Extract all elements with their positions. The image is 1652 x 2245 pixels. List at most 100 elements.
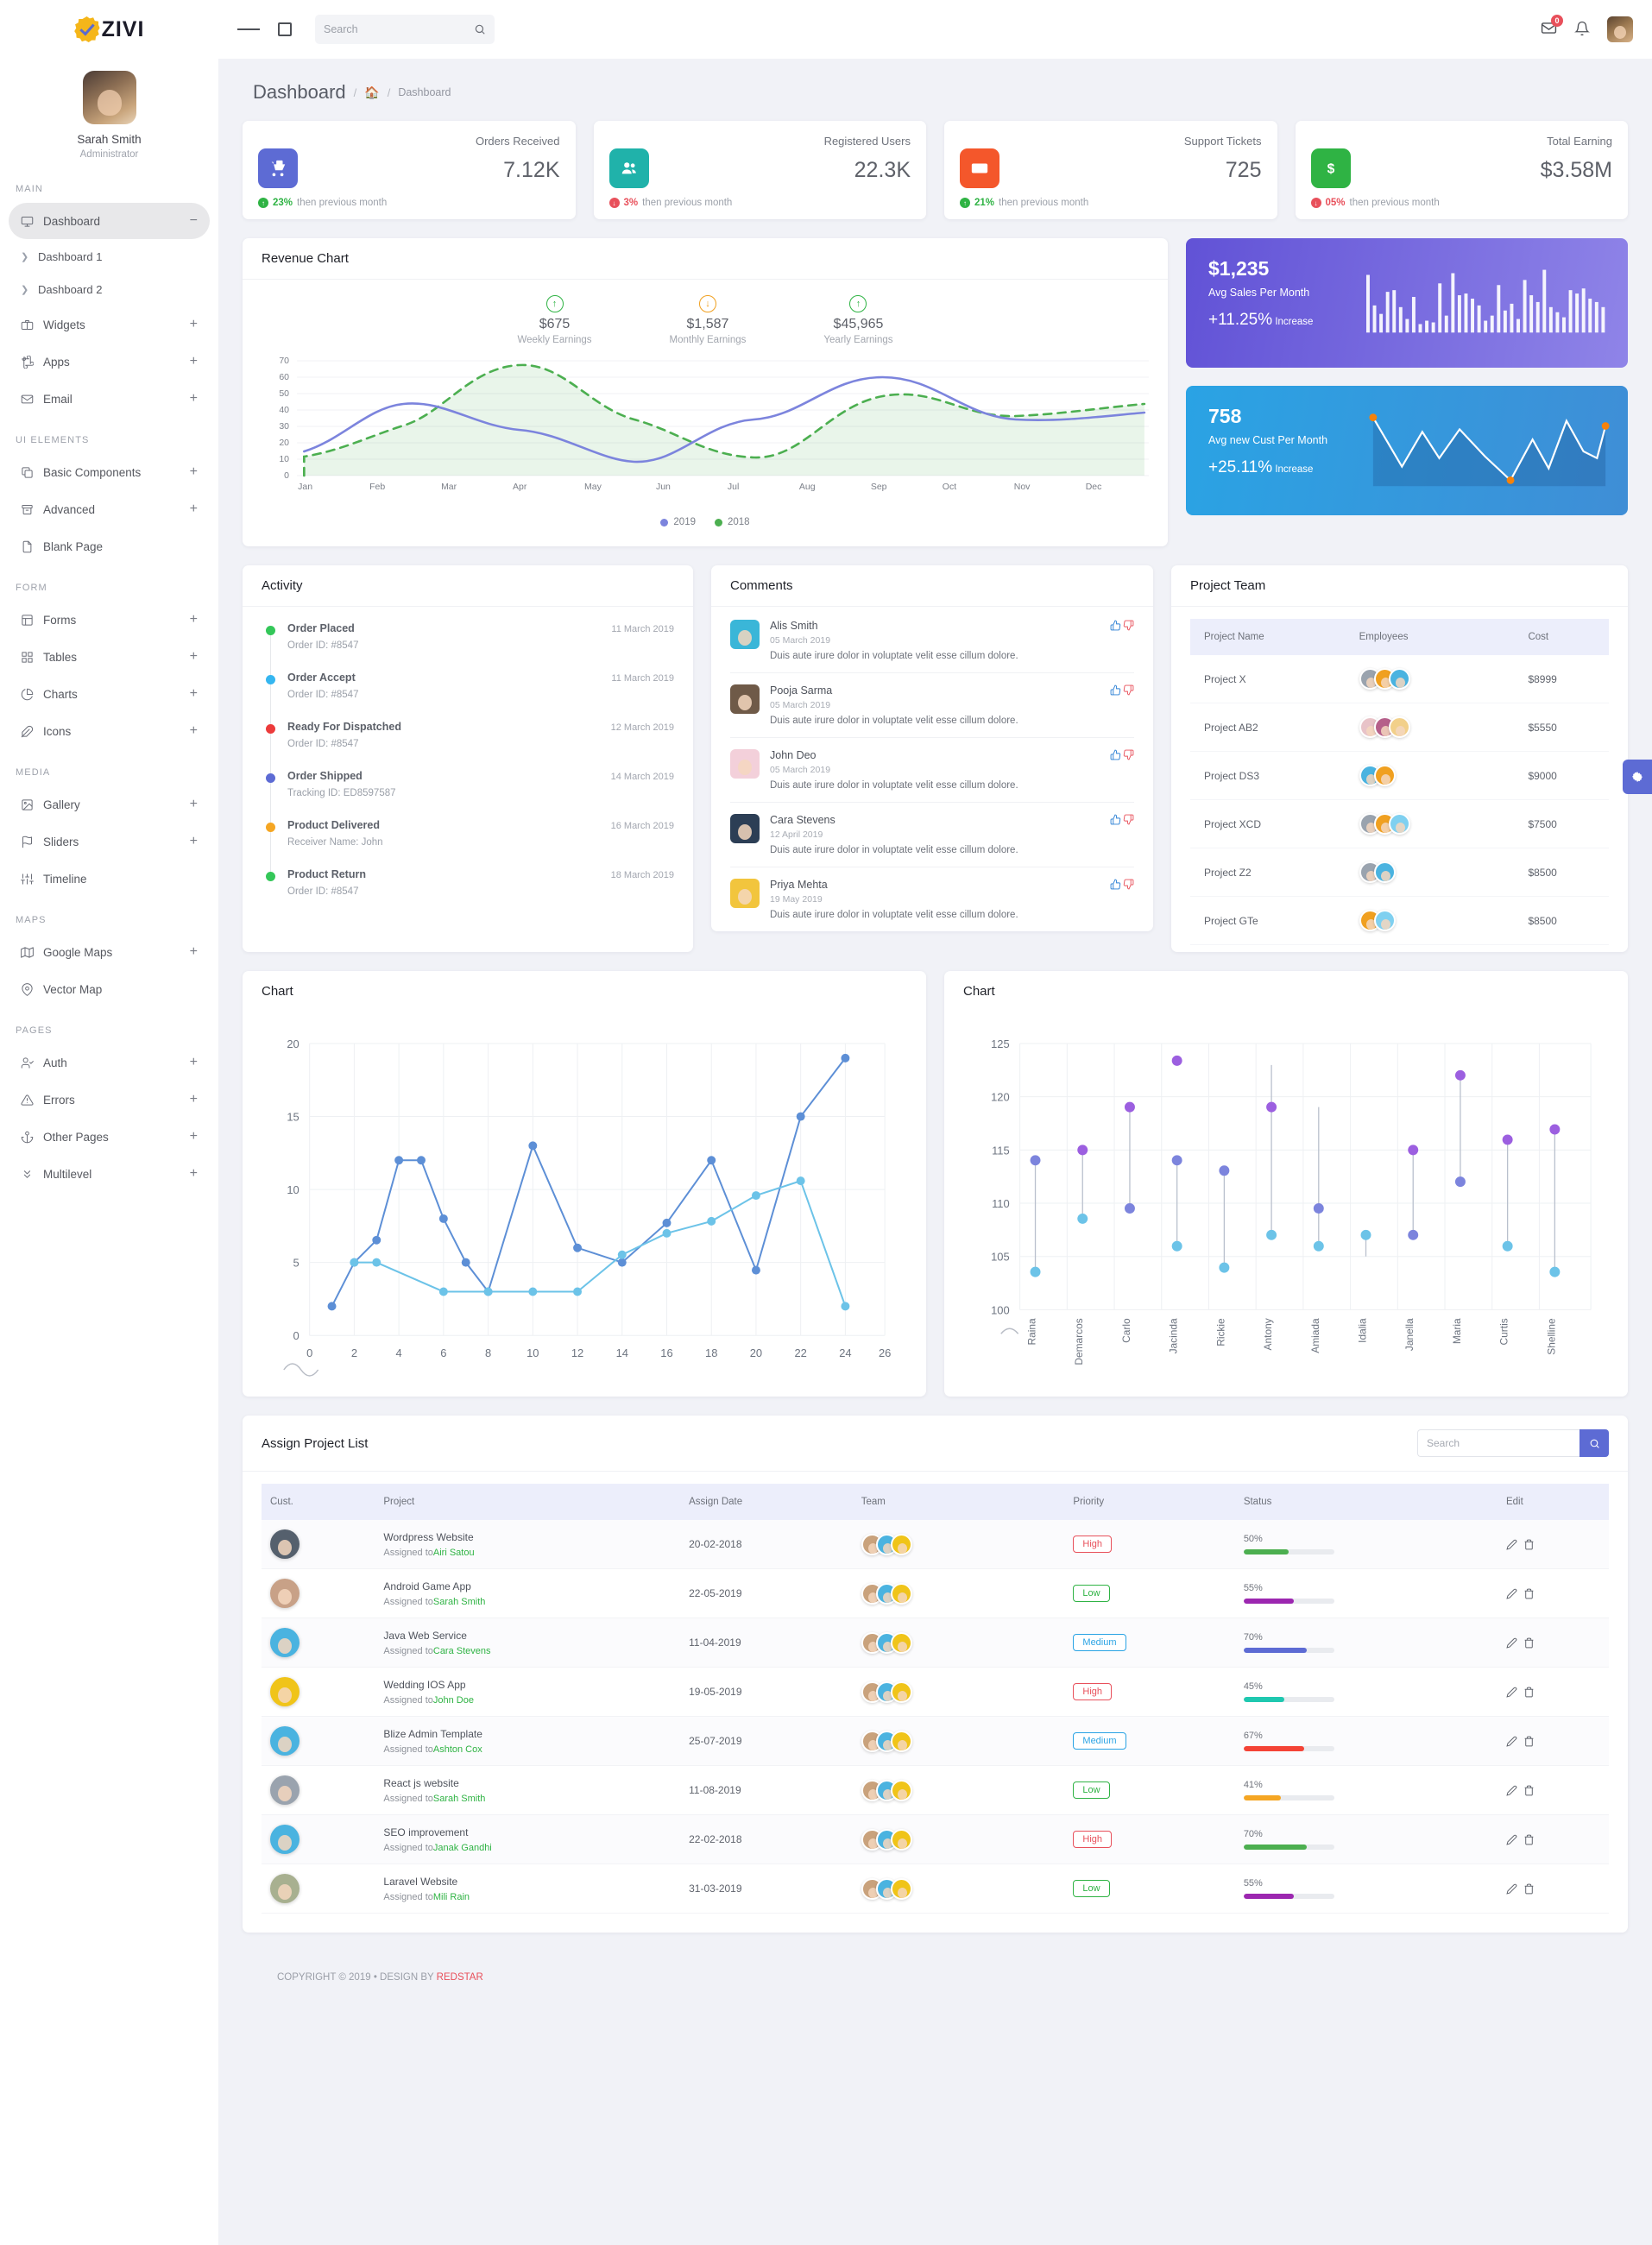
sidebar-subitem-dashboard-1[interactable]: ❯ Dashboard 1 xyxy=(0,240,218,273)
sidebar-item-expand-toggle[interactable]: + xyxy=(190,724,198,738)
sidebar-item-expand-toggle[interactable]: + xyxy=(190,835,198,848)
profile-name: Sarah Smith xyxy=(77,133,142,146)
sidebar-item-tables[interactable]: Tables + xyxy=(9,639,210,675)
edit-pencil-icon[interactable] xyxy=(1506,1588,1517,1599)
sidebar-item-basic-components[interactable]: Basic Components + xyxy=(9,454,210,490)
sidebar-item-expand-toggle[interactable]: + xyxy=(190,650,198,664)
sidebar-item-expand-toggle[interactable]: + xyxy=(190,392,198,406)
sidebar-item-gallery[interactable]: Gallery + xyxy=(9,786,210,823)
earnings-item: ↑ $675 Weekly Earnings xyxy=(517,295,592,345)
edit-pencil-icon[interactable] xyxy=(1506,1883,1517,1895)
stat-card: Support Tickets 725 ↑ 21% then previous mont… xyxy=(944,121,1277,219)
home-icon[interactable]: 🏠 xyxy=(364,85,379,100)
edit-pencil-icon[interactable] xyxy=(1506,1539,1517,1550)
edit-pencil-icon[interactable] xyxy=(1506,1834,1517,1845)
sidebar-item-expand-toggle[interactable]: + xyxy=(190,798,198,811)
profile-role: Administrator xyxy=(79,149,139,160)
sidebar-item-expand-toggle[interactable]: − xyxy=(190,214,198,228)
sidebar-item-errors[interactable]: Errors + xyxy=(9,1082,210,1118)
sidebar-item-expand-toggle[interactable]: + xyxy=(190,945,198,959)
thumbs-up-icon[interactable] xyxy=(1110,879,1121,890)
sidebar-item-expand-toggle[interactable]: + xyxy=(190,1093,198,1107)
sidebar-item-icons[interactable]: Icons + xyxy=(9,713,210,749)
sidebar-item-expand-toggle[interactable]: + xyxy=(190,1056,198,1069)
search-box[interactable] xyxy=(315,15,495,44)
legend-item[interactable]: 2019 xyxy=(660,517,696,527)
assign-search-input[interactable] xyxy=(1417,1429,1579,1457)
sidebar-item-blank-page[interactable]: Blank Page xyxy=(9,528,210,564)
sidebar-section-title: MAPS xyxy=(16,915,47,925)
thumbs-down-icon[interactable] xyxy=(1123,814,1134,825)
hamburger-icon[interactable] xyxy=(237,18,261,41)
settings-button[interactable] xyxy=(1623,760,1652,794)
sidebar-item-expand-toggle[interactable]: + xyxy=(190,1167,198,1181)
fullscreen-icon[interactable] xyxy=(274,18,296,41)
activity-title: Activity xyxy=(243,565,693,607)
search-input[interactable] xyxy=(324,23,474,35)
legend-item[interactable]: 2018 xyxy=(715,517,750,527)
delete-trash-icon[interactable] xyxy=(1523,1687,1535,1698)
user-avatar-button[interactable] xyxy=(1607,16,1633,42)
sidebar-item-auth[interactable]: Auth + xyxy=(9,1044,210,1081)
delete-trash-icon[interactable] xyxy=(1523,1736,1535,1747)
sidebar-item-multilevel[interactable]: Multilevel + xyxy=(9,1156,210,1192)
notifications-button[interactable] xyxy=(1574,21,1590,39)
sidebar-item-timeline[interactable]: Timeline xyxy=(9,861,210,897)
sidebar-item-apps[interactable]: Apps + xyxy=(9,344,210,380)
project-name: Java Web Service xyxy=(383,1629,467,1642)
avatar xyxy=(890,1730,912,1752)
delete-trash-icon[interactable] xyxy=(1523,1637,1535,1649)
sidebar-item-label: Vector Map xyxy=(43,982,103,996)
thumbs-up-icon[interactable] xyxy=(1110,814,1121,825)
delete-trash-icon[interactable] xyxy=(1523,1883,1535,1895)
thumbs-up-icon[interactable] xyxy=(1110,620,1121,631)
thumbs-up-icon[interactable] xyxy=(1110,749,1121,760)
sidebar-item-expand-toggle[interactable]: + xyxy=(190,355,198,369)
priority-badge: Low xyxy=(1073,1585,1110,1602)
sidebar-item-sliders[interactable]: Sliders + xyxy=(9,823,210,860)
sidebar-subitem-dashboard-2[interactable]: ❯ Dashboard 2 xyxy=(0,273,218,306)
thumbs-down-icon[interactable] xyxy=(1123,749,1134,760)
edit-pencil-icon[interactable] xyxy=(1506,1785,1517,1796)
sidebar-item-forms[interactable]: Forms + xyxy=(9,602,210,638)
comment-text: Duis aute irure dolor in voluptate velit… xyxy=(770,780,1018,791)
search-icon[interactable] xyxy=(474,23,486,35)
thumbs-up-icon[interactable] xyxy=(1110,684,1121,696)
edit-pencil-icon[interactable] xyxy=(1506,1736,1517,1747)
sidebar-item-expand-toggle[interactable]: + xyxy=(190,465,198,479)
employees-cell: +1 xyxy=(1350,703,1520,752)
assign-search[interactable] xyxy=(1417,1429,1609,1457)
scatter-chart-right-card: Chart 125 120 115 110 105 100 Raina Dema… xyxy=(944,971,1628,1397)
sidebar-item-email[interactable]: Email + xyxy=(9,381,210,417)
thumbs-down-icon[interactable] xyxy=(1123,684,1134,696)
messages-button[interactable]: 0 xyxy=(1541,15,1563,39)
delete-trash-icon[interactable] xyxy=(1523,1539,1535,1550)
sidebar-item-expand-toggle[interactable]: + xyxy=(190,318,198,331)
sidebar-item-charts[interactable]: Charts + xyxy=(9,676,210,712)
trend-down-icon: ↓ xyxy=(698,295,716,312)
thumbs-down-icon[interactable] xyxy=(1123,879,1134,890)
sidebar-item-advanced[interactable]: Advanced + xyxy=(9,491,210,527)
delete-trash-icon[interactable] xyxy=(1523,1834,1535,1845)
brand-logo[interactable]: ZIVI xyxy=(0,0,218,59)
thumbs-down-icon[interactable] xyxy=(1123,620,1134,631)
earnings-value: $1,587 xyxy=(686,317,729,331)
sidebar-item-dashboard[interactable]: Dashboard − xyxy=(9,203,210,239)
activity-subtext: Tracking ID: ED8597587 xyxy=(287,788,396,798)
sidebar-item-expand-toggle[interactable]: + xyxy=(190,1130,198,1144)
delete-trash-icon[interactable] xyxy=(1523,1588,1535,1599)
sidebar-item-other-pages[interactable]: Other Pages + xyxy=(9,1119,210,1155)
comment-text: Duis aute irure dolor in voluptate velit… xyxy=(770,716,1018,726)
sidebar-item-expand-toggle[interactable]: + xyxy=(190,502,198,516)
footer-brand-link[interactable]: REDSTAR xyxy=(437,1972,483,1983)
sidebar-item-widgets[interactable]: Widgets + xyxy=(9,306,210,343)
assign-search-button[interactable] xyxy=(1579,1429,1609,1457)
delete-trash-icon[interactable] xyxy=(1523,1785,1535,1796)
sidebar-item-vector-map[interactable]: Vector Map xyxy=(9,971,210,1007)
edit-pencil-icon[interactable] xyxy=(1506,1687,1517,1698)
bell-icon[interactable] xyxy=(1574,21,1590,36)
sidebar-item-google-maps[interactable]: Google Maps + xyxy=(9,934,210,970)
edit-pencil-icon[interactable] xyxy=(1506,1637,1517,1649)
sidebar-item-expand-toggle[interactable]: + xyxy=(190,687,198,701)
sidebar-item-expand-toggle[interactable]: + xyxy=(190,613,198,627)
